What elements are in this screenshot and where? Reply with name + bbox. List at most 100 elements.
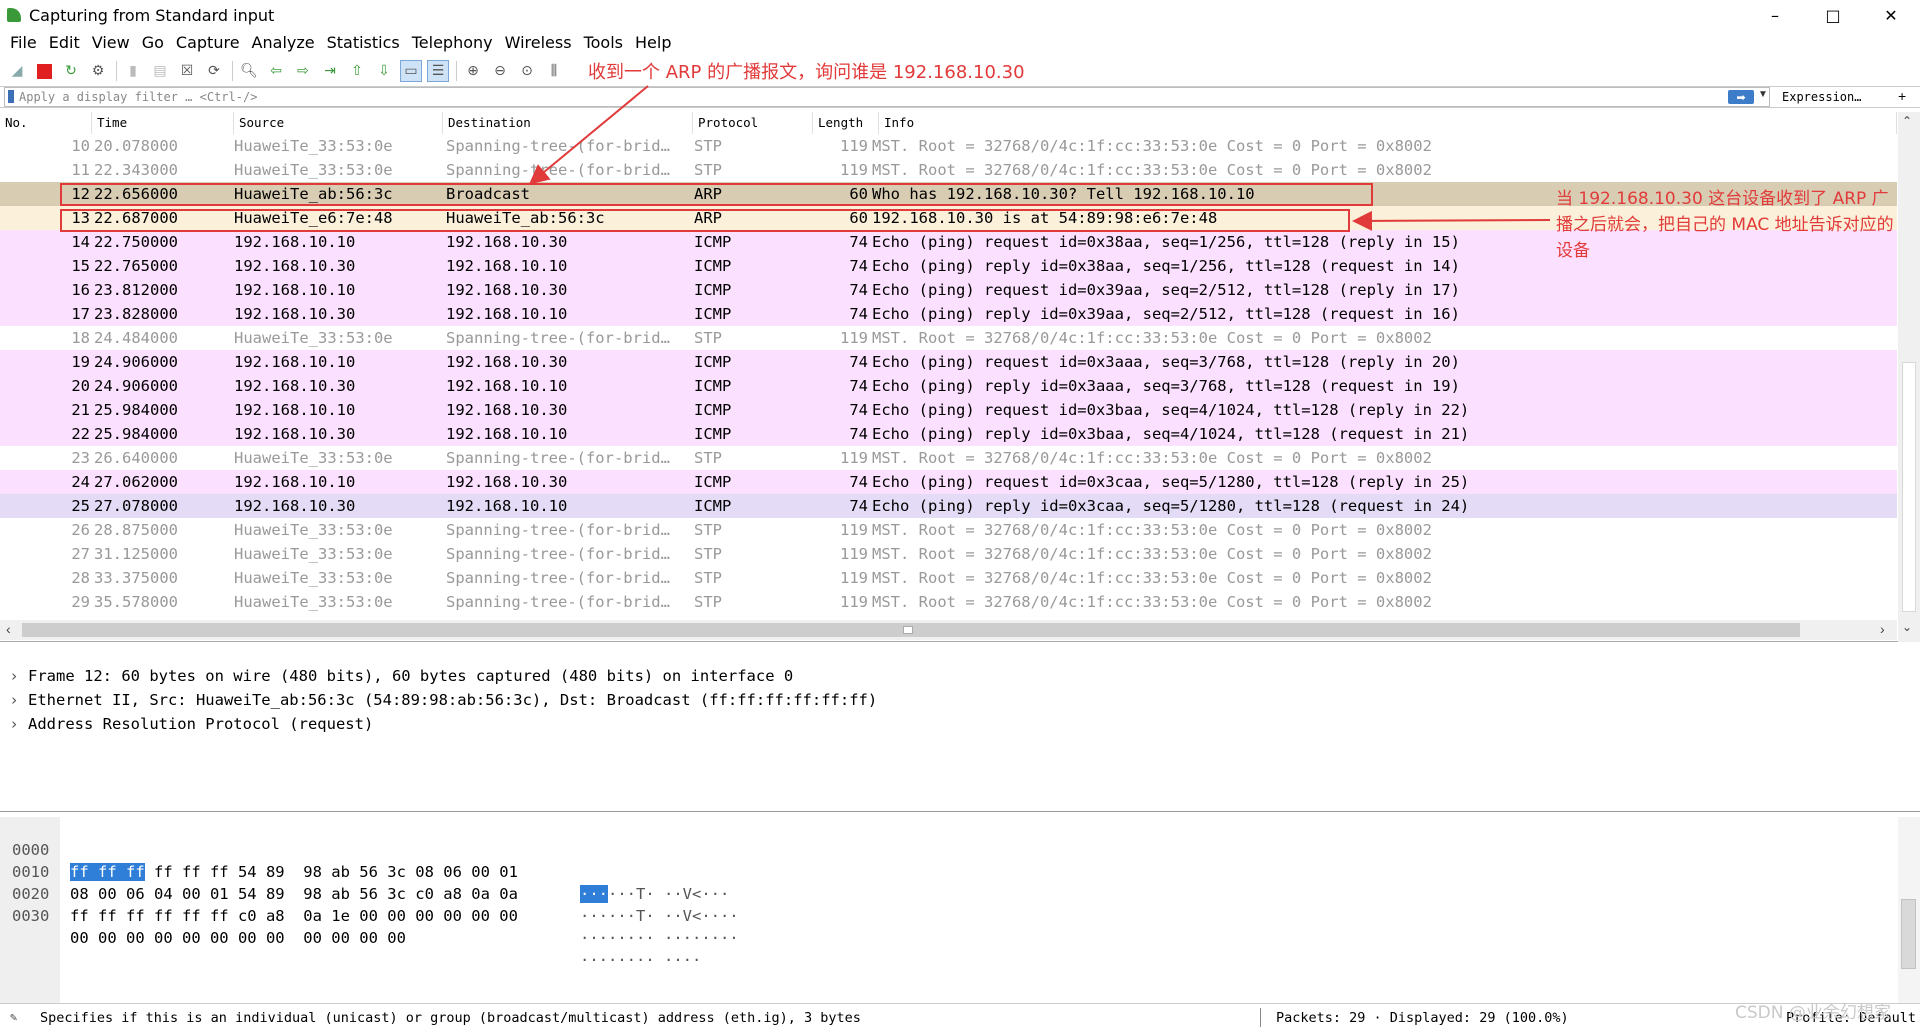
packet-row[interactable]: 11 22.343000 HuaweiTe_33:53:0e Spanning-tre… — [0, 158, 1897, 182]
packet-row[interactable]: 28 33.375000 HuaweiTe_33:53:0e Spanning-tre… — [0, 566, 1897, 590]
packet-row[interactable]: 24 27.062000 192.168.10.10 192.168.10.30 ICM… — [0, 470, 1897, 494]
bytes-hex[interactable]: ff ff ff 54 89 98 ab 56 3c 08 06 00 01 — [145, 863, 518, 881]
column-header-length[interactable]: Length — [813, 112, 879, 134]
scroll-down-icon[interactable]: ⌄ — [1902, 620, 1912, 634]
zoom-out-icon[interactable]: ⊖ — [489, 60, 511, 82]
detail-ethernet[interactable]: › Ethernet II, Src: HuaweiTe_ab:56:3c (5… — [0, 688, 1920, 712]
close-button[interactable]: ✕ — [1862, 0, 1920, 30]
bytes-ascii[interactable]: ···T· ··V<··· — [608, 885, 729, 903]
packet-length: 74 — [849, 281, 868, 299]
resize-columns-icon[interactable]: ⫼ — [543, 60, 565, 82]
menu-help[interactable]: Help — [629, 33, 677, 52]
expert-info-icon[interactable]: ✎ — [10, 1010, 17, 1024]
bytes-row[interactable]: 0000 ff ff ff ff ff ff 54 89 98 ab 56 3c… — [0, 817, 729, 903]
filter-history-chevron-down-icon[interactable]: ▼ — [1758, 89, 1768, 100]
capture-options-gear-icon[interactable]: ⚙ — [87, 60, 109, 82]
packet-row[interactable]: 21 25.984000 192.168.10.10 192.168.10.30 ICM… — [0, 398, 1897, 422]
packet-time: 22.765000 — [94, 257, 178, 275]
menu-go[interactable]: Go — [136, 33, 170, 52]
apply-filter-arrow-icon[interactable]: ➡ — [1728, 90, 1754, 104]
bytes-ascii[interactable]: ········ ···· — [580, 949, 701, 971]
go-back-icon[interactable]: ⇦ — [265, 60, 287, 82]
column-header-destination[interactable]: Destination — [443, 112, 693, 134]
packet-no: 25 — [71, 497, 90, 515]
add-filter-button[interactable]: + — [1898, 88, 1906, 104]
find-packet-icon[interactable]: 🔍︎ — [238, 60, 260, 82]
bytes-hex[interactable]: ff ff ff ff ff ff c0 a8 0a 1e 00 00 00 0… — [70, 905, 518, 927]
detail-frame[interactable]: › Frame 12: 60 bytes on wire (480 bits),… — [0, 664, 1920, 688]
packet-source: HuaweiTe_33:53:0e — [234, 545, 393, 563]
bytes-vertical-scrollbar[interactable] — [1898, 817, 1920, 1003]
maximize-button[interactable]: □ — [1804, 0, 1862, 30]
start-capture-icon[interactable]: ◢ — [6, 60, 28, 82]
packet-row[interactable]: 25 27.078000 192.168.10.30 192.168.10.10 ICM… — [0, 494, 1897, 518]
packet-list-horizontal-scrollbar[interactable]: ‹ › — [0, 620, 1897, 640]
bytes-ascii-selected[interactable]: ··· — [580, 885, 608, 903]
go-forward-icon[interactable]: ⇨ — [292, 60, 314, 82]
detail-arp[interactable]: › Address Resolution Protocol (request) — [0, 712, 1920, 736]
save-file-icon[interactable]: ▤ — [149, 60, 171, 82]
menu-file[interactable]: File — [4, 33, 43, 52]
expand-chevron-right-icon[interactable]: › — [0, 688, 28, 712]
scroll-up-icon[interactable]: ⌃ — [1902, 114, 1912, 128]
column-header-protocol[interactable]: Protocol — [693, 112, 813, 134]
packet-row[interactable]: 23 26.640000 HuaweiTe_33:53:0e Spanning-tre… — [0, 446, 1897, 470]
stop-capture-icon[interactable] — [33, 60, 55, 82]
bytes-hex[interactable]: 00 00 00 00 00 00 00 00 00 00 00 00 — [70, 927, 406, 949]
column-header-source[interactable]: Source — [234, 112, 443, 134]
scroll-left-icon[interactable]: ‹ — [6, 621, 11, 637]
colorize-icon[interactable]: ☰ — [427, 60, 449, 82]
packet-protocol: STP — [694, 521, 722, 539]
first-packet-icon[interactable]: ⇧ — [346, 60, 368, 82]
expression-button[interactable]: Expression… — [1782, 90, 1861, 104]
packet-row[interactable]: 16 23.812000 192.168.10.10 192.168.10.30 ICM… — [0, 278, 1897, 302]
expand-chevron-right-icon[interactable]: › — [0, 712, 28, 736]
packet-row[interactable]: 19 24.906000 192.168.10.10 192.168.10.30 ICM… — [0, 350, 1897, 374]
autoscroll-icon[interactable]: ▭ — [400, 60, 422, 82]
bytes-row[interactable]: 0010 08 00 06 04 00 01 54 89 98 ab 56 3c… — [0, 839, 739, 925]
expand-chevron-right-icon[interactable]: › — [0, 664, 28, 688]
zoom-in-icon[interactable]: ⊕ — [462, 60, 484, 82]
menu-edit[interactable]: Edit — [43, 33, 86, 52]
packet-row[interactable]: 26 28.875000 HuaweiTe_33:53:0e Spanning-tre… — [0, 518, 1897, 542]
menu-capture[interactable]: Capture — [170, 33, 246, 52]
zoom-normal-icon[interactable]: ⊙ — [516, 60, 538, 82]
bytes-row[interactable]: 0030 00 00 00 00 00 00 00 00 00 00 00 00… — [0, 883, 701, 969]
bytes-row[interactable]: 0020 ff ff ff ff ff ff c0 a8 0a 1e 00 00… — [0, 861, 739, 947]
bytes-hex-selected[interactable]: ff ff ff — [70, 863, 145, 881]
restart-capture-icon[interactable]: ↻ — [60, 60, 82, 82]
scrollbar-grip[interactable] — [903, 626, 913, 634]
reload-file-icon[interactable]: ⟳ — [203, 60, 225, 82]
column-header-time[interactable]: Time — [92, 112, 234, 134]
last-packet-icon[interactable]: ⇩ — [373, 60, 395, 82]
bytes-hex[interactable]: 08 00 06 04 00 01 54 89 98 ab 56 3c c0 a… — [70, 883, 518, 905]
packet-row[interactable]: 18 24.484000 HuaweiTe_33:53:0e Spanning-tre… — [0, 326, 1897, 350]
menu-view[interactable]: View — [86, 33, 136, 52]
scroll-right-icon[interactable]: › — [1880, 621, 1885, 637]
packet-row[interactable]: 20 24.906000 192.168.10.30 192.168.10.10 ICM… — [0, 374, 1897, 398]
packet-list-vertical-scrollbar[interactable]: ⌃ ⌄ — [1898, 112, 1920, 642]
menu-tools[interactable]: Tools — [578, 33, 629, 52]
column-header-no[interactable]: No. — [0, 112, 92, 134]
packet-time: 35.578000 — [94, 593, 178, 611]
packet-row[interactable]: 27 31.125000 HuaweiTe_33:53:0e Spanning-tre… — [0, 542, 1897, 566]
packet-info: Echo (ping) request id=0x3aaa, seq=3/768… — [872, 353, 1460, 371]
minimize-button[interactable]: – — [1746, 0, 1804, 30]
close-file-icon[interactable]: ☒ — [176, 60, 198, 82]
menu-analyze[interactable]: Analyze — [246, 33, 321, 52]
go-to-packet-icon[interactable]: ⇥ — [319, 60, 341, 82]
bytes-ascii[interactable]: ······T· ··V<···· — [580, 905, 739, 927]
packet-row[interactable]: 17 23.828000 192.168.10.30 192.168.10.10 ICM… — [0, 302, 1897, 326]
scrollbar-thumb[interactable] — [1902, 362, 1916, 612]
scrollbar-thumb[interactable] — [1901, 899, 1916, 969]
menu-statistics[interactable]: Statistics — [321, 33, 406, 52]
column-header-info[interactable]: Info — [879, 112, 1897, 134]
open-file-icon[interactable]: ▮ — [122, 60, 144, 82]
display-filter-input[interactable]: Apply a display filter … <Ctrl-/> — [4, 87, 1770, 107]
packet-row[interactable]: 22 25.984000 192.168.10.30 192.168.10.10 ICM… — [0, 422, 1897, 446]
menu-wireless[interactable]: Wireless — [499, 33, 578, 52]
bytes-ascii[interactable]: ········ ········ — [580, 927, 739, 949]
menu-telephony[interactable]: Telephony — [406, 33, 499, 52]
packet-row[interactable]: 10 20.078000 HuaweiTe_33:53:0e Spanning-tre… — [0, 134, 1897, 158]
packet-row[interactable]: 29 35.578000 HuaweiTe_33:53:0e Spanning-tre… — [0, 590, 1897, 614]
